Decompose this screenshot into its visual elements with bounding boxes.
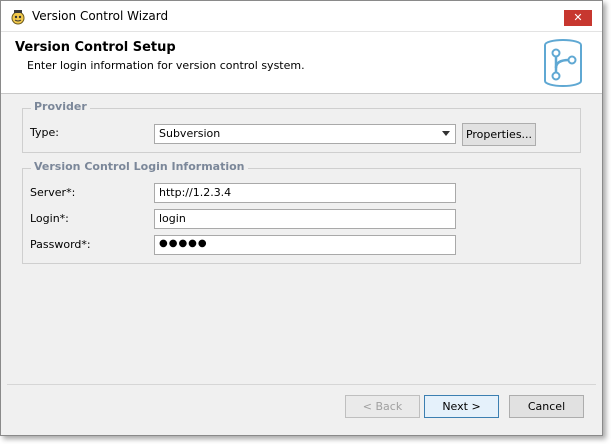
- close-icon: ✕: [573, 11, 583, 24]
- server-label: Server*:: [30, 186, 76, 199]
- login-input[interactable]: login: [154, 209, 456, 229]
- title-bar: Version Control Wizard ✕: [1, 1, 602, 31]
- next-button-label: Next >: [442, 400, 481, 413]
- next-button[interactable]: Next >: [424, 395, 499, 418]
- type-label: Type:: [30, 126, 59, 139]
- cancel-button[interactable]: Cancel: [509, 395, 584, 418]
- properties-button-label: Properties...: [465, 128, 533, 141]
- server-input[interactable]: http://1.2.3.4: [154, 183, 456, 203]
- properties-button[interactable]: Properties...: [462, 123, 536, 146]
- login-label: Login*:: [30, 212, 69, 225]
- password-label: Password*:: [30, 238, 91, 251]
- provider-group: Provider Type: Subversion Properties...: [22, 100, 581, 153]
- chevron-down-icon: [442, 131, 450, 136]
- wizard-header: Version Control Setup Enter login inform…: [1, 31, 602, 94]
- type-select[interactable]: Subversion: [154, 124, 456, 144]
- login-group-title: Version Control Login Information: [31, 160, 248, 173]
- login-group: Version Control Login Information Server…: [22, 160, 581, 264]
- provider-group-title: Provider: [31, 100, 90, 113]
- wizard-window: Version Control Wizard ✕ Version Control…: [0, 0, 603, 436]
- close-button[interactable]: ✕: [564, 10, 592, 26]
- login-input-value: login: [159, 212, 186, 225]
- password-input[interactable]: ●●●●●: [154, 235, 456, 255]
- password-input-value: ●●●●●: [159, 238, 208, 249]
- window-title: Version Control Wizard: [32, 9, 169, 23]
- back-button-label: < Back: [362, 400, 403, 413]
- cancel-button-label: Cancel: [527, 400, 566, 413]
- server-input-value: http://1.2.3.4: [159, 186, 232, 199]
- back-button[interactable]: < Back: [345, 395, 420, 418]
- page-title: Version Control Setup: [15, 40, 176, 55]
- footer-divider: [7, 384, 596, 385]
- wizard-app-icon: [11, 10, 25, 25]
- type-select-value: Subversion: [159, 127, 221, 140]
- version-control-database-icon: [544, 39, 582, 87]
- page-subtitle: Enter login information for version cont…: [27, 59, 305, 72]
